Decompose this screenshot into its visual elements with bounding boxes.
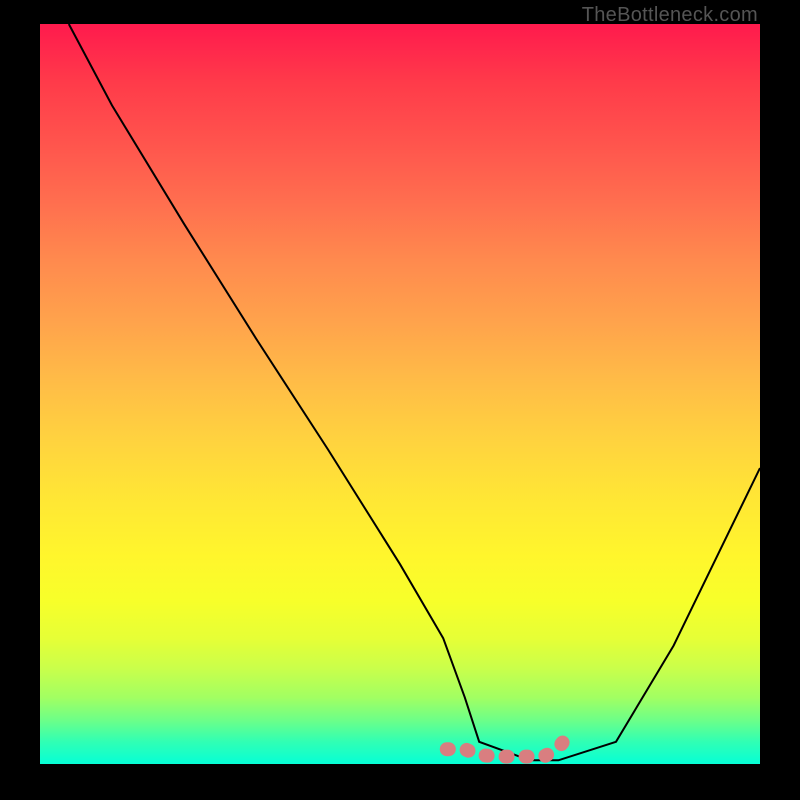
bottleneck-curve: [69, 24, 760, 760]
watermark-text: TheBottleneck.com: [582, 4, 758, 27]
optimal-range-highlight: [447, 734, 569, 756]
plot-area: [40, 24, 760, 764]
